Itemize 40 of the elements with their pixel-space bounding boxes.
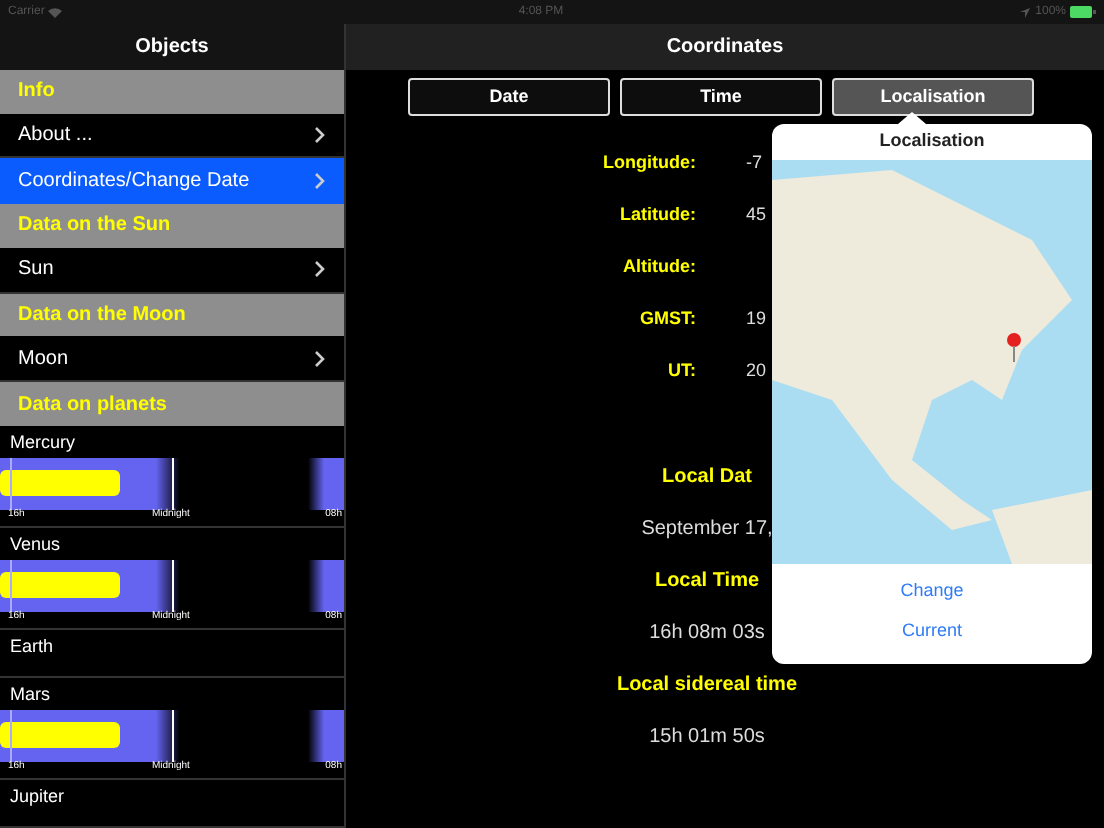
page-title: Coordinates xyxy=(666,34,784,62)
detail-value: September 17, xyxy=(641,516,773,540)
field-value: 19 xyxy=(746,305,767,332)
planet-name: Jupiter xyxy=(8,784,67,810)
wifi-icon xyxy=(48,7,63,17)
section-heading: Local Dat xyxy=(661,464,752,488)
field-value: 20 xyxy=(746,357,767,384)
segment-tab[interactable]: Date xyxy=(408,78,610,116)
field-value: 45 xyxy=(746,201,767,228)
action-link[interactable]: Change xyxy=(900,578,964,605)
chevron-icon xyxy=(314,349,326,368)
chevron-icon xyxy=(314,260,326,279)
battery-icon xyxy=(1070,6,1096,18)
field-label: Latitude: xyxy=(618,201,696,228)
chevron-icon xyxy=(314,172,326,191)
sidebar-title: Objects xyxy=(135,33,209,62)
chevron-icon xyxy=(314,125,326,144)
planet-name: Mars xyxy=(8,682,52,708)
planet-name: Venus xyxy=(8,532,63,558)
segment-tab[interactable]: Time xyxy=(620,78,822,116)
section-heading: Local sidereal time xyxy=(616,672,798,696)
action-link[interactable]: Current xyxy=(901,617,962,644)
popover-title: Localisation xyxy=(879,128,985,155)
field-label: GMST: xyxy=(638,305,696,332)
planet-name: Mercury xyxy=(8,430,78,456)
section-header: Info xyxy=(0,69,344,114)
planet-name: Earth xyxy=(8,634,56,660)
segment-tab[interactable]: Localisation xyxy=(832,78,1034,116)
detail-value: 15h 01m 50s xyxy=(649,724,765,748)
section-header: Data on planets xyxy=(0,382,344,426)
section-heading: Local Time xyxy=(654,568,760,592)
field-label: Altitude: xyxy=(621,253,696,280)
field-label: Longitude: xyxy=(601,149,696,176)
detail-value: 16h 08m 03s xyxy=(649,620,765,644)
field-value: -7 xyxy=(746,149,763,176)
section-header: Data on the Sun xyxy=(0,204,344,248)
list-item[interactable]: Coordinates/Change Date xyxy=(0,158,344,205)
location-arrow-icon xyxy=(1019,7,1030,17)
field-label: UT: xyxy=(666,357,696,384)
section-header: Data on the Moon xyxy=(0,293,344,337)
